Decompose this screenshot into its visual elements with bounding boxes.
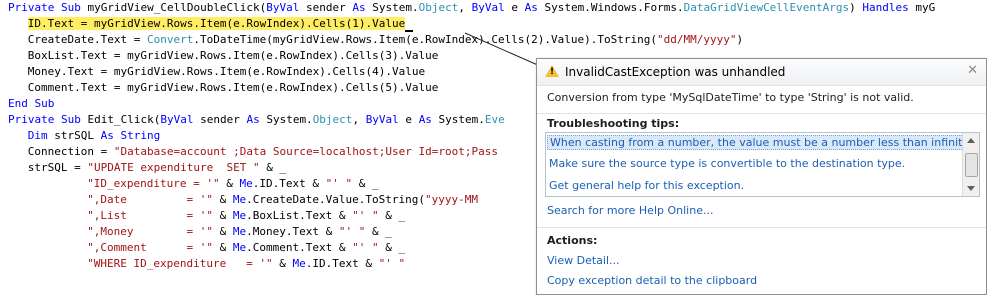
view-detail-link[interactable]: View Detail...: [547, 254, 620, 267]
exception-header: ! InvalidCastException was unhandled ✕: [537, 59, 986, 86]
exception-title: InvalidCastException was unhandled: [565, 65, 786, 79]
close-icon[interactable]: ✕: [967, 63, 978, 78]
code-line: Private Sub myGridView_CellDoubleClick(B…: [8, 1, 936, 14]
code-line: Dim strSQL As String: [27, 129, 161, 142]
code-line: ID.Text = myGridView.Rows.Item(e.RowInde…: [27, 16, 414, 32]
actions-heading: Actions:: [547, 234, 598, 247]
scroll-thumb[interactable]: [965, 153, 978, 177]
troubleshooting-heading: Troubleshooting tips:: [547, 117, 680, 130]
warning-icon: !: [545, 65, 559, 77]
code-line: Connection = "Database=account ;Data Sou…: [27, 145, 498, 158]
tips-scrollbar[interactable]: [962, 133, 979, 196]
code-line: ",Money = '" & Me.Money.Text & "' " & _: [87, 225, 392, 238]
exception-assistant: ! InvalidCastException was unhandled ✕ C…: [536, 58, 987, 295]
code-line: BoxList.Text = myGridView.Rows.Item(e.Ro…: [27, 49, 439, 62]
exception-message: Conversion from type 'MySqlDateTime' to …: [547, 91, 914, 104]
search-help-link[interactable]: Search for more Help Online...: [547, 204, 713, 217]
divider: [537, 113, 986, 114]
copy-exception-link[interactable]: Copy exception detail to the clipboard: [547, 274, 757, 287]
troubleshooting-tips-list[interactable]: When casting from a number, the value mu…: [545, 132, 980, 197]
code-line: Money.Text = myGridView.Rows.Item(e.RowI…: [27, 65, 426, 78]
tip-link[interactable]: Make sure the source type is convertible…: [549, 157, 905, 170]
tip-link[interactable]: When casting from a number, the value mu…: [547, 135, 974, 150]
scroll-down-icon[interactable]: [967, 186, 975, 191]
code-line: strSQL = "UPDATE expenditure SET " & _: [27, 161, 287, 174]
code-line: ",List = '" & Me.BoxList.Text & "' " & _: [87, 209, 406, 222]
code-line: "ID_expenditure = '" & Me.ID.Text & "' "…: [87, 177, 379, 190]
code-line: Private Sub Edit_Click(ByVal sender As S…: [8, 113, 505, 126]
code-line: Comment.Text = myGridView.Rows.Item(e.Ro…: [27, 81, 439, 94]
code-line: ",Comment = '" & Me.Comment.Text & "' " …: [87, 241, 406, 254]
code-line: "WHERE ID_expenditure = '" & Me.ID.Text …: [87, 257, 406, 270]
code-line: End Sub: [8, 97, 55, 110]
code-line: CreateDate.Text = Convert.ToDateTime(myG…: [27, 33, 744, 46]
divider: [537, 227, 986, 228]
tip-link[interactable]: Get general help for this exception.: [549, 179, 744, 192]
scroll-up-icon[interactable]: [967, 138, 975, 143]
code-line: ",Date = '" & Me.CreateDate.Value.ToStri…: [87, 193, 478, 206]
